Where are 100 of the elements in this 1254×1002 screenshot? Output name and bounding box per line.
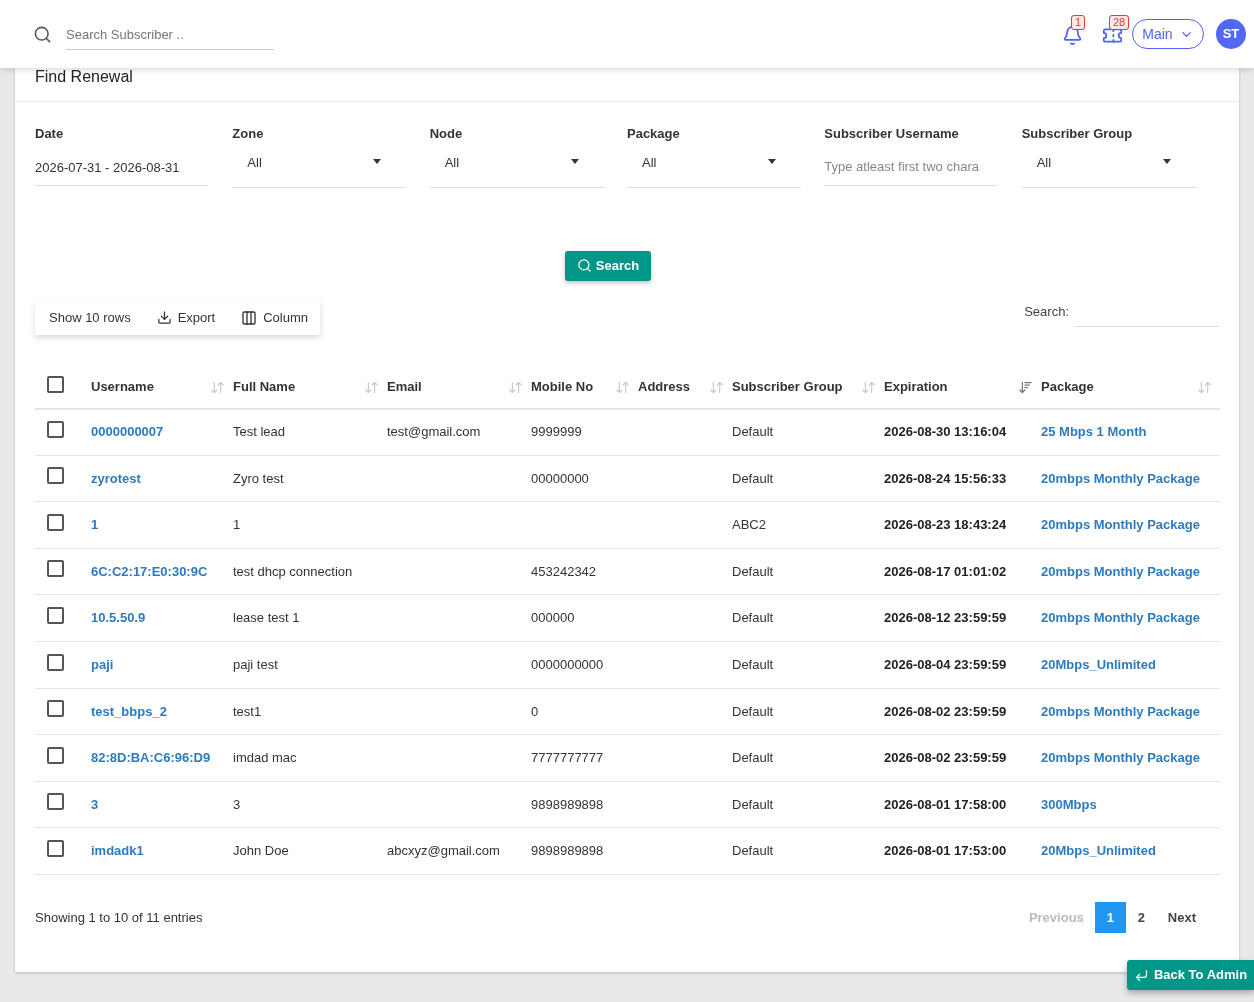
search-button[interactable]: Search (564, 250, 652, 281)
username-field[interactable]: Type atleast first two chara (824, 155, 998, 186)
rows-dropdown[interactable]: Show 10 rows (49, 307, 131, 328)
caret-icon (570, 158, 579, 164)
back-to-admin-button[interactable]: Back To Admin (1127, 960, 1254, 990)
table-cell: Default (732, 610, 774, 626)
page-button[interactable]: 2 (1125, 901, 1157, 933)
next-button[interactable]: Next (1156, 901, 1207, 933)
checkbox[interactable] (47, 653, 64, 671)
search-icon (576, 258, 592, 273)
checkbox[interactable] (47, 375, 64, 393)
package-link[interactable]: 25 Mbps 1 Month (1041, 424, 1147, 440)
table-cell: 2026-08-01 17:53:00 (884, 843, 1007, 859)
checkbox[interactable] (47, 746, 64, 764)
select-field[interactable]: All (1021, 151, 1196, 188)
user-avatar[interactable]: ST (1216, 19, 1246, 49)
checkbox[interactable] (47, 560, 64, 578)
filter-label: Zone (232, 125, 265, 143)
checkbox[interactable] (47, 420, 64, 438)
table-cell: Default (732, 843, 774, 859)
column-header[interactable]: Email (387, 377, 422, 397)
column-header[interactable]: Expiration (884, 377, 948, 397)
table-cell: imdad mac (233, 750, 297, 766)
page-button[interactable]: 1 (1094, 901, 1126, 933)
username-link[interactable]: 1 (91, 517, 99, 533)
package-link[interactable]: 20mbps Monthly Package (1041, 750, 1200, 766)
table-cell: 000000 (531, 610, 575, 626)
table-cell: 2026-08-30 13:16:04 (884, 424, 1007, 440)
table-cell: lease test 1 (233, 610, 300, 626)
table-cell: 2026-08-24 15:56:33 (884, 470, 1007, 486)
ticket-badge: 28 (1109, 15, 1130, 30)
select-field[interactable]: All (429, 151, 604, 188)
column-header[interactable]: Mobile No (531, 377, 594, 397)
page-title: Find Renewal (35, 69, 133, 85)
download-icon (156, 310, 172, 325)
username-link[interactable]: 6C:C2:17:E0:30:9C (91, 563, 208, 579)
username-link[interactable]: paji (91, 657, 114, 672)
search-label: Search: (1024, 302, 1069, 321)
column-header[interactable]: Full Name (233, 377, 296, 397)
select-field[interactable]: All (232, 151, 407, 188)
checkbox[interactable] (47, 700, 64, 718)
table-cell: abcxyz@gmail.com (387, 843, 500, 859)
return-arrow-icon (1133, 967, 1149, 983)
table-cell: 2026-08-17 01:01:02 (884, 563, 1007, 579)
subscriber-search-field[interactable]: Search Subscriber .. (66, 20, 274, 50)
username-link[interactable]: zyrotest (91, 470, 141, 486)
table-cell: Default (732, 750, 774, 766)
table-cell: Zyro test (233, 470, 284, 486)
table-cell: Default (732, 796, 774, 812)
table-cell: ABC2 (732, 517, 766, 533)
username-link[interactable]: imdadk1 (91, 843, 144, 859)
username-link[interactable]: 82:8D:BA:C6:96:D9 (91, 750, 211, 766)
export-button[interactable]: Export (156, 307, 216, 328)
package-link[interactable]: 20mbps Monthly Package (1041, 563, 1200, 579)
filter-label: Node (429, 125, 464, 143)
table-cell: test dhcp connection (233, 563, 353, 579)
filter-label: Package (627, 125, 681, 143)
package-link[interactable]: 20mbps Monthly Package (1041, 703, 1200, 719)
package-link[interactable]: 20mbps Monthly Package (1041, 470, 1200, 486)
filter-label: Date (35, 125, 65, 143)
filter-label: Subscriber Username (824, 125, 960, 143)
table-cell: 2026-08-01 17:58:00 (884, 796, 1007, 812)
table-cell: 7777777777 (531, 750, 604, 766)
date-range-field[interactable]: 2026-07-31 - 2026-08-31 (35, 155, 208, 186)
column-button[interactable]: Column (241, 307, 309, 328)
checkbox[interactable] (47, 793, 64, 811)
package-link[interactable]: 20mbps Monthly Package (1041, 610, 1200, 626)
package-link[interactable]: 20mbps Monthly Package (1041, 517, 1200, 533)
table-cell: Default (732, 424, 774, 440)
sort-descending-icon[interactable] (1018, 379, 1033, 395)
checkbox[interactable] (47, 513, 64, 531)
table-cell: Default (732, 657, 774, 672)
package-link[interactable]: 20Mbps_Unlimited (1041, 657, 1156, 672)
table-cell: 9898989898 (531, 796, 604, 812)
table-cell: 00000000 (531, 470, 589, 486)
table-cell: Default (732, 470, 774, 486)
column-header[interactable]: Package (1041, 377, 1094, 397)
column-header[interactable]: Address (638, 377, 691, 397)
package-link[interactable]: 300Mbps (1041, 796, 1097, 812)
select-field[interactable]: All (627, 151, 801, 188)
table-cell: 2026-08-02 23:59:59 (884, 703, 1007, 719)
bell-icon[interactable] (1061, 25, 1083, 46)
checkbox[interactable] (47, 467, 64, 485)
package-link[interactable]: 20Mbps_Unlimited (1041, 843, 1156, 859)
table-cell: 2026-08-04 23:59:59 (884, 657, 1007, 672)
table-cell: 1 (233, 517, 241, 533)
columns-icon (241, 309, 258, 326)
column-header[interactable]: Username (91, 377, 154, 397)
filter-label: Subscriber Group (1021, 125, 1134, 143)
username-link[interactable]: test_bbps_2 (91, 703, 167, 719)
table-cell: 2026-08-02 23:59:59 (884, 750, 1007, 766)
username-link[interactable]: 0000000007 (91, 424, 164, 440)
username-link[interactable]: 10.5.50.9 (91, 610, 146, 626)
caret-icon (768, 158, 776, 164)
column-header[interactable]: Subscriber Group (732, 377, 843, 397)
username-link[interactable]: 3 (91, 796, 99, 812)
checkbox[interactable] (47, 839, 64, 857)
checkbox[interactable] (47, 606, 64, 624)
notification-badge: 1 (1071, 15, 1086, 30)
table-cell: 453242342 (531, 563, 597, 579)
